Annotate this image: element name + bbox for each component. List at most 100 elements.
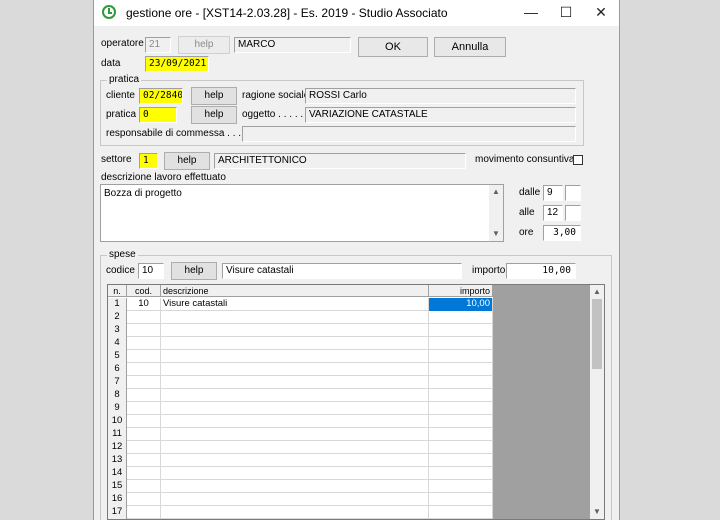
cell-importo[interactable] xyxy=(429,493,493,506)
dalle-minutes-field[interactable] xyxy=(565,185,581,201)
cell-importo[interactable] xyxy=(429,402,493,415)
descrizione-scrollbar[interactable]: ▲ ▼ xyxy=(489,185,503,241)
cell-cod[interactable]: 10 xyxy=(127,298,161,311)
cell-importo[interactable] xyxy=(429,480,493,493)
cell-cod[interactable] xyxy=(127,415,161,428)
cell-descrizione[interactable] xyxy=(161,324,429,337)
cell-cod[interactable] xyxy=(127,441,161,454)
close-button[interactable]: ✕ xyxy=(583,0,619,26)
cell-importo[interactable] xyxy=(429,506,493,519)
col-header-n[interactable]: n. xyxy=(108,285,127,297)
col-header-cod[interactable]: cod. xyxy=(127,285,161,297)
cell-cod[interactable] xyxy=(127,389,161,402)
table-row[interactable]: 10 xyxy=(108,415,493,428)
cell-descrizione[interactable] xyxy=(161,467,429,480)
table-row[interactable]: 2 xyxy=(108,311,493,324)
cell-importo[interactable] xyxy=(429,324,493,337)
cell-cod[interactable] xyxy=(127,402,161,415)
operatore-help-button[interactable]: help xyxy=(178,36,230,54)
pratica-field[interactable]: 0 xyxy=(139,107,177,123)
spese-importo-field[interactable]: 10,00 xyxy=(506,263,576,279)
cell-importo[interactable] xyxy=(429,415,493,428)
cell-descrizione[interactable] xyxy=(161,350,429,363)
cell-descrizione[interactable] xyxy=(161,480,429,493)
cell-descrizione[interactable] xyxy=(161,389,429,402)
col-header-descrizione[interactable]: descrizione xyxy=(161,285,429,297)
grid-scroll-thumb[interactable] xyxy=(592,299,602,369)
cell-importo[interactable] xyxy=(429,376,493,389)
cell-descrizione[interactable] xyxy=(161,454,429,467)
cell-importo[interactable] xyxy=(429,454,493,467)
cell-descrizione[interactable] xyxy=(161,428,429,441)
cell-importo[interactable] xyxy=(429,441,493,454)
cell-importo[interactable] xyxy=(429,467,493,480)
cell-descrizione[interactable] xyxy=(161,402,429,415)
table-row[interactable]: 4 xyxy=(108,337,493,350)
cell-descrizione[interactable] xyxy=(161,311,429,324)
cell-importo[interactable] xyxy=(429,428,493,441)
table-row[interactable]: 16 xyxy=(108,493,493,506)
ore-field[interactable]: 3,00 xyxy=(543,225,581,241)
table-row[interactable]: 11 xyxy=(108,428,493,441)
col-header-importo[interactable]: importo xyxy=(429,285,493,297)
settore-field[interactable]: 1 xyxy=(139,153,158,169)
spese-grid[interactable]: n. cod. descrizione importo 1 10 Visure ca… xyxy=(107,284,605,520)
cell-descrizione[interactable] xyxy=(161,493,429,506)
table-row[interactable]: 5 xyxy=(108,350,493,363)
table-row[interactable]: 8 xyxy=(108,389,493,402)
cell-importo[interactable] xyxy=(429,389,493,402)
cell-cod[interactable] xyxy=(127,311,161,324)
table-row[interactable]: 3 xyxy=(108,324,493,337)
ok-button[interactable]: OK xyxy=(358,37,428,57)
dalle-hours-field[interactable]: 9 xyxy=(543,185,563,201)
cell-descrizione[interactable] xyxy=(161,506,429,519)
table-row[interactable]: 15 xyxy=(108,480,493,493)
grid-scroll-up-icon[interactable]: ▲ xyxy=(590,285,604,299)
cell-importo[interactable] xyxy=(429,311,493,324)
cell-cod[interactable] xyxy=(127,467,161,480)
grid-scrollbar[interactable]: ▲ ▼ xyxy=(590,285,604,519)
cell-cod[interactable] xyxy=(127,480,161,493)
cell-importo[interactable] xyxy=(429,350,493,363)
cell-descrizione[interactable] xyxy=(161,441,429,454)
cell-descrizione[interactable] xyxy=(161,376,429,389)
minimize-button[interactable]: — xyxy=(513,0,549,26)
alle-hours-field[interactable]: 12 xyxy=(543,205,563,221)
table-row[interactable]: 13 xyxy=(108,454,493,467)
cliente-field[interactable]: 02/2840 xyxy=(139,88,183,104)
alle-minutes-field[interactable] xyxy=(565,205,581,221)
cell-cod[interactable] xyxy=(127,493,161,506)
cell-cod[interactable] xyxy=(127,428,161,441)
grid-scroll-down-icon[interactable]: ▼ xyxy=(590,505,604,519)
table-row[interactable]: 1 10 Visure catastali 10,00 xyxy=(108,298,493,311)
cliente-help-button[interactable]: help xyxy=(191,87,237,105)
cell-cod[interactable] xyxy=(127,350,161,363)
cell-importo[interactable] xyxy=(429,337,493,350)
cell-cod[interactable] xyxy=(127,363,161,376)
scroll-down-icon[interactable]: ▼ xyxy=(489,227,503,241)
movimento-consuntivato-checkbox[interactable] xyxy=(573,155,583,165)
annulla-button[interactable]: Annulla xyxy=(434,37,506,57)
descrizione-textarea[interactable]: Bozza di progetto ▲ ▼ xyxy=(100,184,504,242)
cell-importo[interactable]: 10,00 xyxy=(429,298,493,311)
pratica-help-button[interactable]: help xyxy=(191,106,237,124)
data-field[interactable]: 23/09/2021 xyxy=(145,56,209,72)
spese-help-button[interactable]: help xyxy=(171,262,217,280)
cell-cod[interactable] xyxy=(127,506,161,519)
cell-importo[interactable] xyxy=(429,363,493,376)
table-row[interactable]: 17 xyxy=(108,506,493,519)
spese-descrizione-field[interactable]: Visure catastali xyxy=(222,263,462,279)
scroll-up-icon[interactable]: ▲ xyxy=(489,185,503,199)
cell-descrizione[interactable] xyxy=(161,363,429,376)
table-row[interactable]: 6 xyxy=(108,363,493,376)
cell-cod[interactable] xyxy=(127,454,161,467)
cell-cod[interactable] xyxy=(127,324,161,337)
cell-cod[interactable] xyxy=(127,337,161,350)
cell-descrizione[interactable] xyxy=(161,415,429,428)
table-row[interactable]: 14 xyxy=(108,467,493,480)
cell-descrizione[interactable]: Visure catastali xyxy=(161,298,429,311)
table-row[interactable]: 9 xyxy=(108,402,493,415)
cell-cod[interactable] xyxy=(127,376,161,389)
table-row[interactable]: 7 xyxy=(108,376,493,389)
cell-descrizione[interactable] xyxy=(161,337,429,350)
